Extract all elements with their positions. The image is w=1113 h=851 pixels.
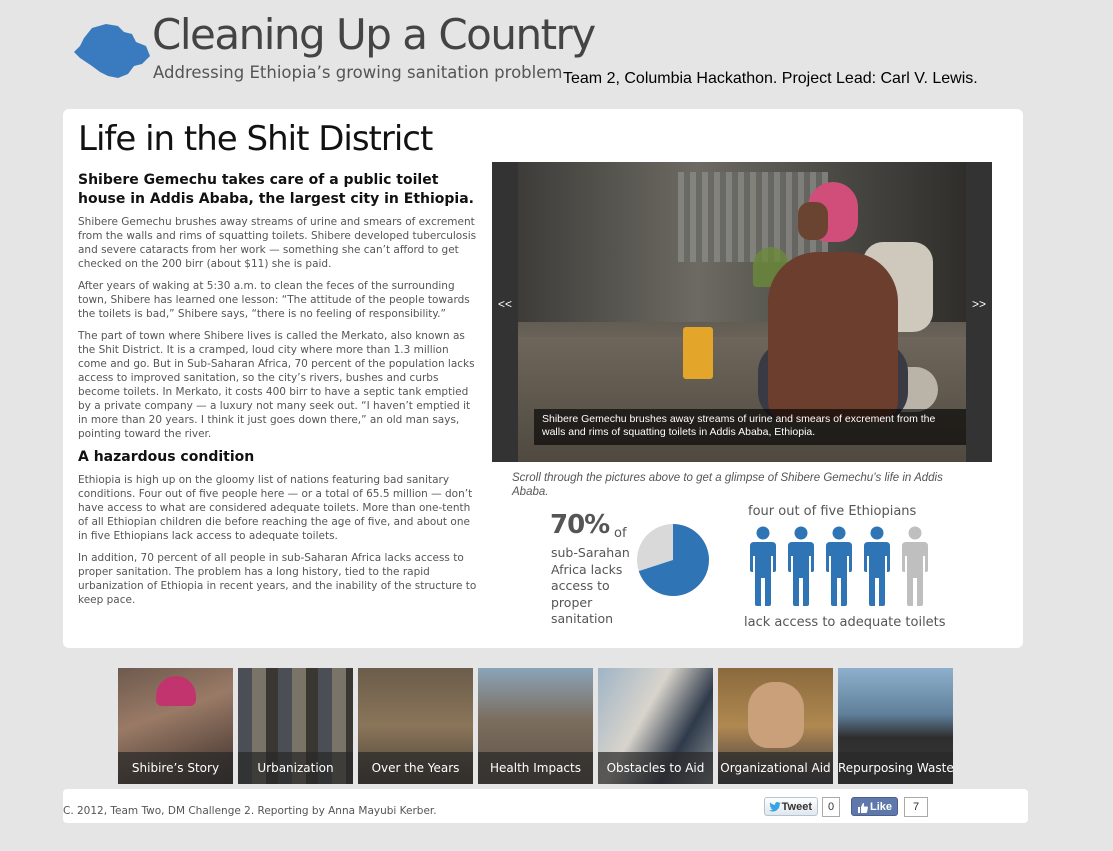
twitter-bird-icon	[769, 802, 781, 812]
article-paragraph: After years of waking at 5:30 a.m. to cl…	[78, 280, 470, 320]
tile-label: Urbanization	[238, 752, 353, 784]
like-label: Like	[869, 801, 892, 813]
tile-repurposing-waste[interactable]: Repurposing Waste	[838, 668, 953, 784]
tile-label: Obstacles to Aid	[598, 752, 713, 784]
people-footer: lack access to adequate toilets	[744, 615, 946, 630]
section-subhead: A hazardous condition	[78, 449, 255, 465]
site-title: Cleaning Up a Country	[152, 10, 596, 59]
article-paragraph: The part of town where Shibere lives is …	[78, 330, 475, 440]
tile-over-the-years[interactable]: Over the Years	[358, 668, 473, 784]
story-dek: Shibere Gemechu takes care of a public t…	[78, 172, 474, 207]
story-headline: Life in the Shit District	[78, 119, 433, 159]
stat-percentage: 70%	[550, 510, 610, 540]
tile-label: Organizational Aid	[718, 752, 833, 784]
tile-health-impacts[interactable]: Health Impacts	[478, 668, 593, 784]
chapter-nav: Shibire’s Story Urbanization Over the Ye…	[118, 668, 958, 784]
slide-caption: Shibere Gemechu brushes away streams of …	[534, 409, 966, 445]
site-header: Cleaning Up a Country Addressing Ethiopi…	[0, 0, 1113, 108]
tile-label: Shibire’s Story	[118, 752, 233, 784]
tweet-button[interactable]: Tweet	[764, 797, 818, 816]
thumbs-up-icon	[858, 803, 868, 813]
person-icon	[902, 526, 928, 606]
person-icon	[864, 526, 890, 606]
tile-urbanization[interactable]: Urbanization	[238, 668, 353, 784]
photo-slideshow[interactable]: Shibere Gemechu brushes away streams of …	[492, 162, 992, 462]
tweet-count: 0	[822, 797, 840, 817]
tile-shibires-story[interactable]: Shibire’s Story	[118, 668, 233, 784]
story-card: Life in the Shit District Shibere Gemech…	[63, 109, 1023, 648]
tile-organizational-aid[interactable]: Organizational Aid	[718, 668, 833, 784]
person-icon	[788, 526, 814, 606]
tweet-label: Tweet	[781, 801, 812, 813]
previous-slide-button[interactable]: <<	[498, 297, 512, 311]
next-slide-button[interactable]: >>	[972, 297, 986, 311]
article-paragraph: Ethiopia is high up on the gloomy list o…	[78, 474, 473, 542]
person-icon	[750, 526, 776, 606]
tile-label: Over the Years	[358, 752, 473, 784]
footer-credit: C. 2012, Team Two, DM Challenge 2. Repor…	[63, 805, 437, 817]
article-paragraph: In addition, 70 percent of all people in…	[78, 552, 477, 606]
article-body: Shibere Gemechu takes care of a public t…	[78, 171, 480, 615]
people-title: four out of five Ethiopians	[748, 504, 917, 519]
team-credit: Team 2, Columbia Hackathon. Project Lead…	[563, 70, 978, 87]
tile-obstacles-to-aid[interactable]: Obstacles to Aid	[598, 668, 713, 784]
person-icon	[826, 526, 852, 606]
site-subtitle: Addressing Ethiopia’s growing sanitation…	[153, 63, 563, 82]
sanitation-infographic: 70% of sub-Sarahan Africa lacks access t…	[548, 504, 968, 636]
tile-label: Repurposing Waste	[838, 752, 953, 784]
stat-description: sub-Sarahan Africa lacks access to prope…	[551, 545, 630, 626]
tile-label: Health Impacts	[478, 752, 593, 784]
sanitation-pie-chart	[637, 524, 709, 596]
page-footer: C. 2012, Team Two, DM Challenge 2. Repor…	[63, 789, 1028, 823]
like-count: 7	[904, 797, 928, 817]
people-icons	[748, 526, 938, 606]
article-paragraph: Shibere Gemechu brushes away streams of …	[78, 216, 477, 270]
stat-of-label: of	[614, 526, 627, 541]
ethiopia-map-icon[interactable]	[72, 22, 152, 82]
like-button[interactable]: Like	[851, 797, 898, 816]
slideshow-note: Scroll through the pictures above to get…	[512, 472, 943, 498]
